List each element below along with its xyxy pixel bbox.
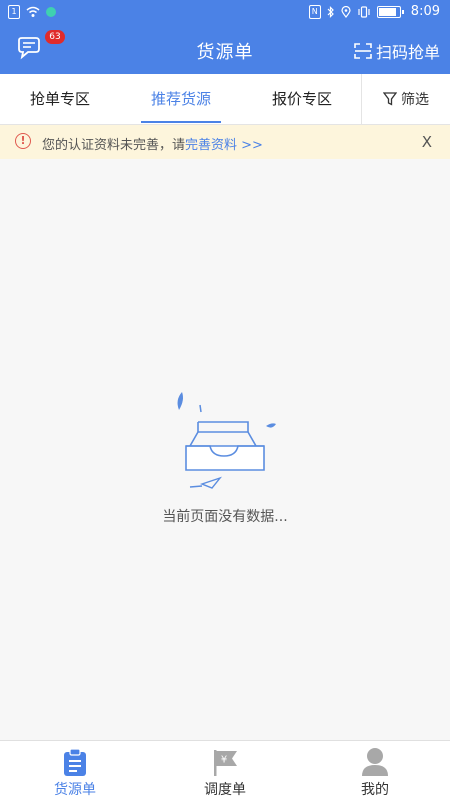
nav-label: 货源单 xyxy=(54,782,96,798)
nav-dispatch-orders[interactable]: ¥ 调度单 xyxy=(150,741,300,800)
nav-profile[interactable]: 我的 xyxy=(300,741,450,800)
wifi-icon xyxy=(26,6,40,17)
tab-grab-orders[interactable]: 抢单专区 xyxy=(0,74,120,124)
vibrate-icon xyxy=(358,5,370,18)
bottom-navigation: 货源单 ¥ 调度单 我的 xyxy=(0,740,450,800)
status-bar: 1 N 8:09 xyxy=(0,0,450,26)
nav-cargo-orders[interactable]: 货源单 xyxy=(0,741,150,800)
sim-card-icon: 1 xyxy=(8,5,20,19)
filter-button[interactable]: 筛选 xyxy=(361,74,450,124)
nav-label: 调度单 xyxy=(204,782,246,798)
complete-profile-link[interactable]: 完善资料 >> xyxy=(185,138,263,153)
warning-icon: ! xyxy=(15,133,31,149)
tab-label: 抢单专区 xyxy=(29,90,90,108)
status-time: 8:09 xyxy=(410,4,440,19)
battery-fill xyxy=(378,7,396,16)
notice-message: 您的认证资料未完善，请 xyxy=(42,138,186,153)
app-screen: 1 N 8:09 63 货源单 扫码抢单 抢单专区 推荐货源 报价专区 筛选 !… xyxy=(0,0,450,800)
nfc-icon: N xyxy=(308,4,321,19)
svg-text:¥: ¥ xyxy=(221,755,227,766)
location-icon xyxy=(341,5,351,18)
status-left: 1 xyxy=(8,5,56,19)
funnel-icon xyxy=(383,92,397,106)
nav-label: 我的 xyxy=(361,782,389,798)
scan-order-button[interactable]: 扫码抢单 xyxy=(354,39,440,63)
active-tab-indicator xyxy=(141,121,221,123)
user-icon xyxy=(362,748,388,776)
scan-frame-icon xyxy=(354,43,372,59)
close-notice-button[interactable]: X xyxy=(422,133,432,151)
tab-quotation[interactable]: 报价专区 xyxy=(242,74,362,124)
clipboard-list-icon xyxy=(64,748,86,776)
filter-label: 筛选 xyxy=(401,92,429,108)
app-notification-icon xyxy=(46,7,56,17)
tab-label: 推荐货源 xyxy=(150,90,211,108)
scan-order-label: 扫码抢单 xyxy=(375,43,440,62)
empty-state-message: 当前页面没有数据... xyxy=(162,509,288,525)
bluetooth-icon xyxy=(327,5,334,18)
verification-notice: ! 您的认证资料未完善，请完善资料 >> X xyxy=(0,125,450,159)
tab-recommended-cargo[interactable]: 推荐货源 xyxy=(121,74,241,124)
header: 63 货源单 扫码抢单 xyxy=(0,26,450,74)
yen-flag-icon: ¥ xyxy=(214,750,237,776)
tab-bar: 抢单专区 推荐货源 报价专区 筛选 xyxy=(0,74,450,125)
empty-inbox-illustration xyxy=(177,392,276,489)
status-right: N 8:09 xyxy=(308,4,440,19)
tab-label: 报价专区 xyxy=(271,90,332,108)
battery-icon xyxy=(376,5,404,18)
notice-text: 您的认证资料未完善，请完善资料 >> xyxy=(42,134,263,153)
